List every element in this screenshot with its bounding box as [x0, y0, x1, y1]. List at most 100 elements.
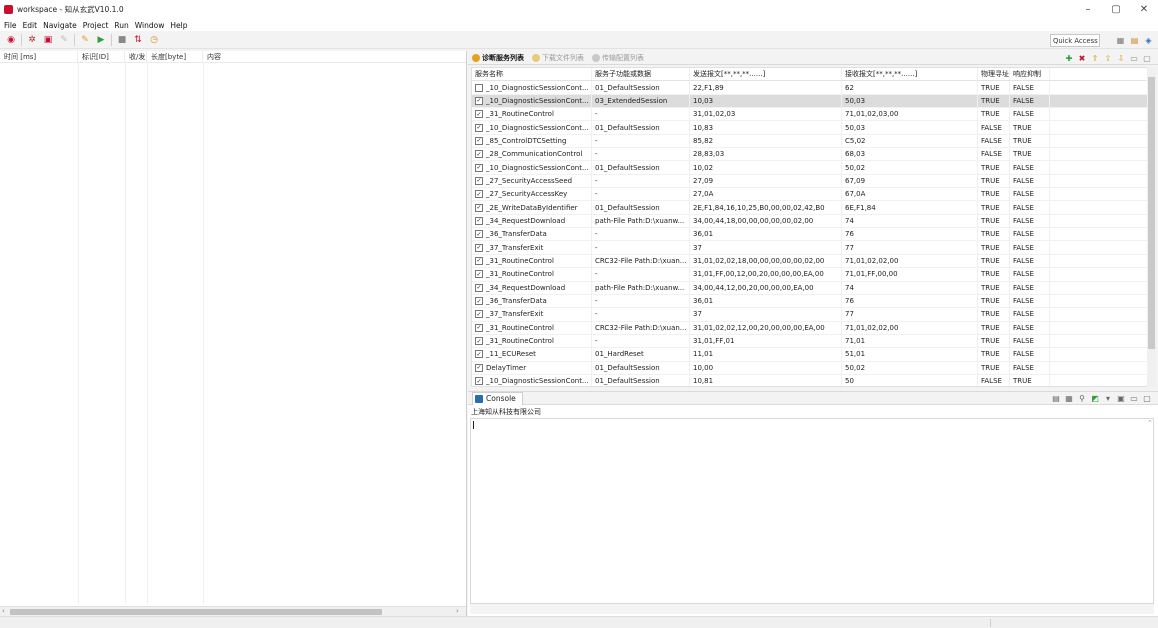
add-icon[interactable]: ✚: [1064, 53, 1074, 63]
header-sub-function[interactable]: 服务子功能或数据: [592, 68, 690, 81]
swap-icon[interactable]: ⇅: [132, 34, 144, 46]
cell-physical-addressing[interactable]: FALSE: [978, 134, 1010, 148]
cell-physical-addressing[interactable]: TRUE: [978, 201, 1010, 214]
cell-receive-message[interactable]: 77: [842, 308, 978, 321]
tab-console[interactable]: Console: [472, 391, 523, 405]
cell-send-message[interactable]: 31,01,02,02,18,00,00,00,00,00,02,00: [690, 254, 842, 268]
cell-sub-function[interactable]: -: [592, 308, 690, 321]
cell-suppress-response[interactable]: FALSE: [1010, 174, 1050, 188]
scroll-lock-icon[interactable]: ▦: [1064, 393, 1074, 403]
cell-physical-addressing[interactable]: TRUE: [978, 361, 1010, 374]
edit-icon[interactable]: ✎: [58, 34, 70, 46]
cell-send-message[interactable]: 31,01,02,03: [690, 108, 842, 121]
move-top-icon[interactable]: ⇑: [1090, 53, 1100, 63]
row-checkbox[interactable]: ✓: [475, 283, 483, 292]
header-suppress-response[interactable]: 响应抑制: [1010, 68, 1050, 81]
row-checkbox[interactable]: ✓: [475, 163, 483, 172]
cell-sub-function[interactable]: 01_DefaultSession: [592, 374, 690, 386]
cell-receive-message[interactable]: 50: [842, 374, 978, 386]
cell-receive-message[interactable]: 77: [842, 241, 978, 254]
cell-send-message[interactable]: 22,F1,89: [690, 81, 842, 94]
move-up-icon[interactable]: ⇧: [1103, 53, 1113, 63]
col-id[interactable]: 标识[ID]: [78, 50, 125, 63]
console-output[interactable]: [470, 418, 1154, 604]
cell-sub-function[interactable]: 01_DefaultSession: [592, 201, 690, 214]
table-row[interactable]: ✓ _10_DiagnosticSessionCont... 01_DefaultS…: [472, 121, 1150, 135]
pin-icon[interactable]: ⚲: [1077, 393, 1087, 403]
cell-send-message[interactable]: 11,01: [690, 348, 842, 361]
col-time[interactable]: 时间 [ms]: [0, 50, 78, 63]
maximize-view-icon[interactable]: ▢: [1142, 53, 1152, 63]
clear-console-icon[interactable]: ▤: [1051, 393, 1061, 403]
table-row[interactable]: ✓ _37_TransferExit -37 77 TRUE FALSE: [472, 308, 1150, 322]
menu-help[interactable]: Help: [170, 21, 187, 30]
cell-physical-addressing[interactable]: TRUE: [978, 294, 1010, 308]
row-checkbox[interactable]: [475, 83, 483, 92]
cell-physical-addressing[interactable]: TRUE: [978, 188, 1010, 201]
perspective-a-icon[interactable]: ▤: [1129, 35, 1140, 46]
cell-sub-function[interactable]: path-File Path:D:\xuanw...: [592, 214, 690, 228]
cell-send-message[interactable]: 34,00,44,18,00,00,00,00,00,02,00: [690, 214, 842, 228]
console-horizontal-scrollbar[interactable]: [470, 604, 1154, 614]
cell-send-message[interactable]: 2E,F1,84,16,10,25,B0,00,00,02,42,B0: [690, 201, 842, 214]
header-receive-message[interactable]: 接收报文[**,**,**......]: [842, 68, 978, 81]
cell-sub-function[interactable]: 01_DefaultSession: [592, 361, 690, 374]
row-checkbox[interactable]: ✓: [475, 110, 483, 119]
table-row[interactable]: ✓ _28_CommunicationControl -28,83,03 68,03 F…: [472, 148, 1150, 162]
cell-send-message[interactable]: 27,09: [690, 174, 842, 188]
table-row[interactable]: _10_DiagnosticSessionCont... 01_DefaultSe…: [472, 81, 1150, 95]
stop-icon[interactable]: ■: [116, 34, 128, 46]
table-row[interactable]: ✓ _27_SecurityAccessSeed -27,09 67,09 TRUE FA…: [472, 174, 1150, 189]
open-perspective-icon[interactable]: ▦: [1115, 35, 1126, 46]
trace-horizontal-scrollbar[interactable]: ‹ ›: [0, 606, 466, 616]
cell-sub-function[interactable]: -: [592, 188, 690, 201]
cell-suppress-response[interactable]: FALSE: [1010, 94, 1050, 108]
cell-suppress-response[interactable]: FALSE: [1010, 308, 1050, 321]
cell-send-message[interactable]: 10,03: [690, 94, 842, 108]
tab-transfer-config[interactable]: 传输配置列表: [592, 53, 644, 63]
row-checkbox[interactable]: ✓: [475, 203, 483, 212]
cell-physical-addressing[interactable]: TRUE: [978, 81, 1010, 94]
cell-receive-message[interactable]: 68,03: [842, 148, 978, 161]
cell-suppress-response[interactable]: FALSE: [1010, 294, 1050, 308]
table-vertical-scrollbar[interactable]: [1147, 67, 1156, 387]
row-checkbox[interactable]: ✓: [475, 297, 483, 306]
table-row[interactable]: ✓ _85_ControlDTCSetting -85,82 C5,02 FALSE TR…: [472, 134, 1150, 149]
maximize-view-icon[interactable]: ▢: [1142, 393, 1152, 403]
cell-physical-addressing[interactable]: FALSE: [978, 374, 1010, 386]
header-physical-addressing[interactable]: 物理寻址: [978, 68, 1010, 81]
cell-send-message[interactable]: 37: [690, 308, 842, 321]
row-checkbox[interactable]: ✓: [475, 350, 483, 359]
cell-sub-function[interactable]: -: [592, 228, 690, 241]
row-checkbox[interactable]: ✓: [475, 123, 483, 132]
row-checkbox[interactable]: ✓: [475, 216, 483, 225]
row-checkbox[interactable]: ✓: [475, 270, 483, 279]
cell-send-message[interactable]: 27,0A: [690, 188, 842, 201]
table-row[interactable]: ✓ _10_DiagnosticSessionCont... 03_Extended…: [472, 94, 1150, 109]
cell-suppress-response[interactable]: TRUE: [1010, 134, 1050, 148]
menu-navigate[interactable]: Navigate: [43, 21, 77, 30]
cell-physical-addressing[interactable]: TRUE: [978, 321, 1010, 334]
cell-send-message[interactable]: 31,01,FF,00,12,00,20,00,00,00,EA,00: [690, 268, 842, 281]
table-row[interactable]: ✓ _34_RequestDownload path-File Path:D:\xu…: [472, 281, 1150, 295]
connect-icon[interactable]: ◉: [5, 34, 17, 46]
cell-suppress-response[interactable]: FALSE: [1010, 188, 1050, 201]
table-row[interactable]: ✓ _11_ECUReset 01_HardReset 11,01 51,01 TRUE F…: [472, 348, 1150, 362]
table-row[interactable]: ✓ _31_RoutineControl -31,01,FF,01 71,01 TRUE…: [472, 334, 1150, 349]
cell-suppress-response[interactable]: FALSE: [1010, 334, 1050, 348]
cell-receive-message[interactable]: 50,03: [842, 121, 978, 134]
table-row[interactable]: ✓ _2E_WriteDataByIdentifier 01_DefaultSess…: [472, 201, 1150, 215]
cell-physical-addressing[interactable]: TRUE: [978, 254, 1010, 268]
cell-send-message[interactable]: 85,82: [690, 134, 842, 148]
cell-suppress-response[interactable]: FALSE: [1010, 348, 1050, 361]
tab-diagnostic-services[interactable]: 诊断服务列表: [472, 53, 524, 63]
cell-physical-addressing[interactable]: TRUE: [978, 348, 1010, 361]
cell-sub-function[interactable]: -: [592, 134, 690, 148]
open-console-icon[interactable]: ▾: [1103, 393, 1113, 403]
cell-send-message[interactable]: 10,83: [690, 121, 842, 134]
scroll-left-icon[interactable]: ‹: [2, 607, 5, 615]
row-checkbox[interactable]: ✓: [475, 310, 483, 319]
table-row[interactable]: ✓ _37_TransferExit -37 77 TRUE FALSE: [472, 241, 1150, 255]
table-row[interactable]: ✓ _34_RequestDownload path-File Path:D:\xu…: [472, 214, 1150, 229]
row-checkbox[interactable]: ✓: [475, 363, 483, 372]
